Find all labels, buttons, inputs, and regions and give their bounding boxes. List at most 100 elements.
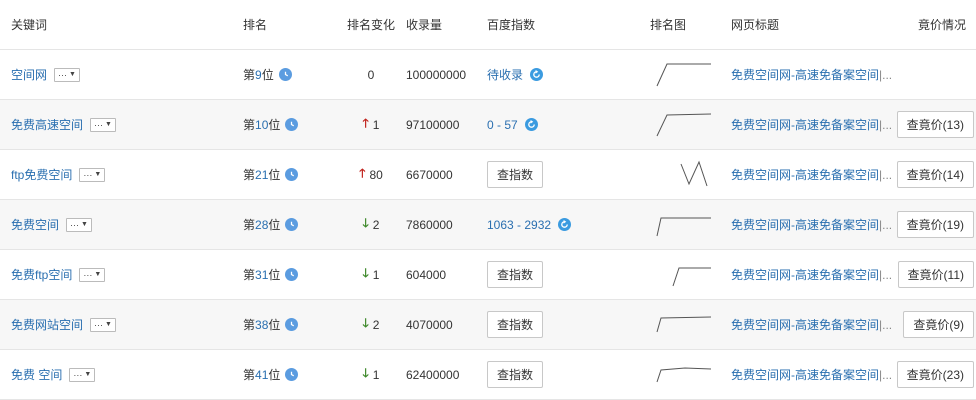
rank-sparkline[interactable] [679, 160, 711, 190]
more-dots-icon: ··· [58, 69, 68, 80]
clock-icon[interactable] [285, 318, 299, 331]
indexed-value: 4070000 [406, 317, 453, 332]
page-title-link[interactable]: 免费空间网-高速免备案空间|... [731, 116, 892, 133]
header-bid-status: 竟价情况 [917, 18, 966, 32]
chevron-down-icon: ▼ [84, 371, 92, 378]
keyword-more-dropdown[interactable]: ··· ▼ [66, 217, 92, 232]
keyword-cell: 免费网站空间 ··· ▼ [11, 300, 231, 349]
clock-icon[interactable] [285, 168, 299, 181]
table-row: 空间网 ··· ▼ 第9位 0 100000000 待收录 免费空间网-高速免备案… [0, 50, 976, 100]
clock-icon[interactable] [278, 68, 292, 81]
rank-chart-cell [650, 300, 720, 349]
page-title-link[interactable]: 免费空间网-高速免备案空间|... [731, 216, 892, 233]
check-index-button[interactable]: 查指数 [487, 161, 544, 188]
clock-icon[interactable] [285, 218, 299, 231]
page-title-link[interactable]: 免费空间网-高速免备案空间|... [731, 316, 892, 333]
keyword-link[interactable]: 免费 空间 [11, 366, 62, 383]
clock-icon[interactable] [285, 268, 299, 281]
rank-value: 第21位 [243, 168, 281, 182]
rank-sparkline[interactable] [655, 110, 715, 140]
clock-icon[interactable] [285, 118, 299, 131]
indexed-cell: 100000000 [406, 50, 486, 99]
baidu-index-cell: 查指数 [487, 150, 637, 199]
table-row: 免费空间 ··· ▼ 第28位 🡓 2 7860000 1063 - 2932 免费… [0, 200, 976, 250]
keyword-link[interactable]: 免费空间 [11, 216, 59, 233]
baidu-index-link[interactable]: 1063 - 2932 [487, 218, 551, 232]
check-index-button[interactable]: 查指数 [487, 361, 544, 388]
page-title-link[interactable]: 免费空间网-高速免备案空间|... [731, 166, 892, 183]
bid-cell [889, 50, 974, 99]
baidu-index-link[interactable]: 待收录 [487, 66, 523, 83]
page-title-cell: 免费空间网-高速免备案空间|... [731, 300, 892, 349]
rank-cell: 第21位 [243, 150, 323, 199]
check-bid-button[interactable]: 查竟价(11) [897, 261, 974, 288]
rank-sparkline[interactable] [655, 60, 715, 90]
keyword-link[interactable]: 免费网站空间 [11, 316, 83, 333]
rank-up-arrow-icon: 🡑 [362, 116, 369, 130]
check-index-button[interactable]: 查指数 [487, 261, 544, 288]
header-baidu-index: 百度指数 [487, 18, 536, 32]
rank-chart-cell [650, 100, 720, 149]
page-title-link[interactable]: 免费空间网-高速免备案空间|... [731, 266, 892, 283]
page-title-cell: 免费空间网-高速免备案空间|... [731, 150, 892, 199]
rank-sparkline[interactable] [655, 260, 715, 290]
check-bid-button[interactable]: 查竟价(9) [903, 311, 974, 338]
header-rank-chart: 排名图 [650, 18, 687, 32]
indexed-value: 97100000 [406, 117, 460, 132]
check-bid-button[interactable]: 查竟价(13) [896, 111, 974, 138]
table-row: 免费高速空间 ··· ▼ 第10位 🡑 1 97100000 0 - 57 免费空间… [0, 100, 976, 150]
check-bid-button[interactable]: 查竟价(23) [896, 361, 974, 388]
check-index-button[interactable]: 查指数 [487, 311, 544, 338]
check-bid-button[interactable]: 查竟价(19) [896, 211, 974, 238]
keyword-more-dropdown[interactable]: ··· ▼ [54, 67, 80, 82]
keyword-link[interactable]: 免费ftp空间 [11, 266, 72, 283]
rank-cell: 第38位 [243, 300, 323, 349]
baidu-index-link[interactable]: 0 - 57 [487, 118, 518, 132]
more-dots-icon: ··· [70, 219, 80, 230]
baidu-index-cell: 0 - 57 [487, 100, 637, 149]
bid-cell: 查竟价(19) [889, 200, 974, 249]
chevron-down-icon: ▼ [94, 271, 102, 278]
rank-chart-cell [650, 350, 720, 399]
rank-chart-cell [650, 50, 720, 99]
refresh-icon[interactable] [558, 218, 572, 231]
keyword-more-dropdown[interactable]: ··· ▼ [79, 167, 106, 182]
check-bid-button[interactable]: 查竟价(14) [896, 161, 974, 188]
rank-change-cell: 🡓 2 [341, 200, 401, 249]
keyword-more-dropdown[interactable]: ··· ▼ [90, 317, 116, 332]
refresh-icon[interactable] [530, 68, 544, 81]
keyword-more-dropdown[interactable]: ··· ▼ [90, 117, 116, 132]
more-dots-icon: ··· [83, 269, 93, 280]
rank-sparkline[interactable] [655, 360, 715, 390]
keyword-link[interactable]: ftp免费空间 [11, 166, 72, 183]
page-title-link[interactable]: 免费空间网-高速免备案空间|... [731, 366, 892, 383]
keyword-link[interactable]: 空间网 [11, 66, 47, 83]
more-dots-icon: ··· [73, 369, 83, 380]
more-dots-icon: ··· [94, 119, 104, 130]
keyword-cell: 免费 空间 ··· ▼ [11, 350, 231, 399]
rank-change-cell: 🡑 1 [341, 100, 401, 149]
clock-icon[interactable] [285, 368, 299, 381]
bid-cell: 查竟价(13) [889, 100, 974, 149]
rank-change-value: 1 [372, 367, 380, 382]
indexed-value: 62400000 [406, 367, 460, 382]
page-title-cell: 免费空间网-高速免备案空间|... [731, 200, 892, 249]
rank-cell: 第41位 [243, 350, 323, 399]
refresh-icon[interactable] [524, 118, 538, 131]
rank-down-arrow-icon: 🡓 [362, 316, 369, 330]
rank-change-cell: 🡓 1 [341, 350, 401, 399]
keyword-more-dropdown[interactable]: ··· ▼ [79, 267, 106, 282]
keyword-cell: 免费ftp空间 ··· ▼ [11, 250, 231, 299]
keyword-cell: 免费空间 ··· ▼ [11, 200, 231, 249]
keyword-more-dropdown[interactable]: ··· ▼ [69, 367, 96, 382]
rank-change-cell: 🡓 2 [341, 300, 401, 349]
rank-sparkline[interactable] [655, 210, 715, 240]
rank-sparkline[interactable] [655, 310, 715, 340]
rank-change-value: 80 [369, 167, 383, 182]
rank-chart-cell [650, 150, 720, 199]
chevron-down-icon: ▼ [105, 121, 112, 128]
indexed-value: 100000000 [406, 67, 467, 82]
page-title-link[interactable]: 免费空间网-高速免备案空间|... [731, 66, 892, 83]
rank-change-cell: 🡓 1 [341, 250, 401, 299]
keyword-link[interactable]: 免费高速空间 [11, 116, 83, 133]
